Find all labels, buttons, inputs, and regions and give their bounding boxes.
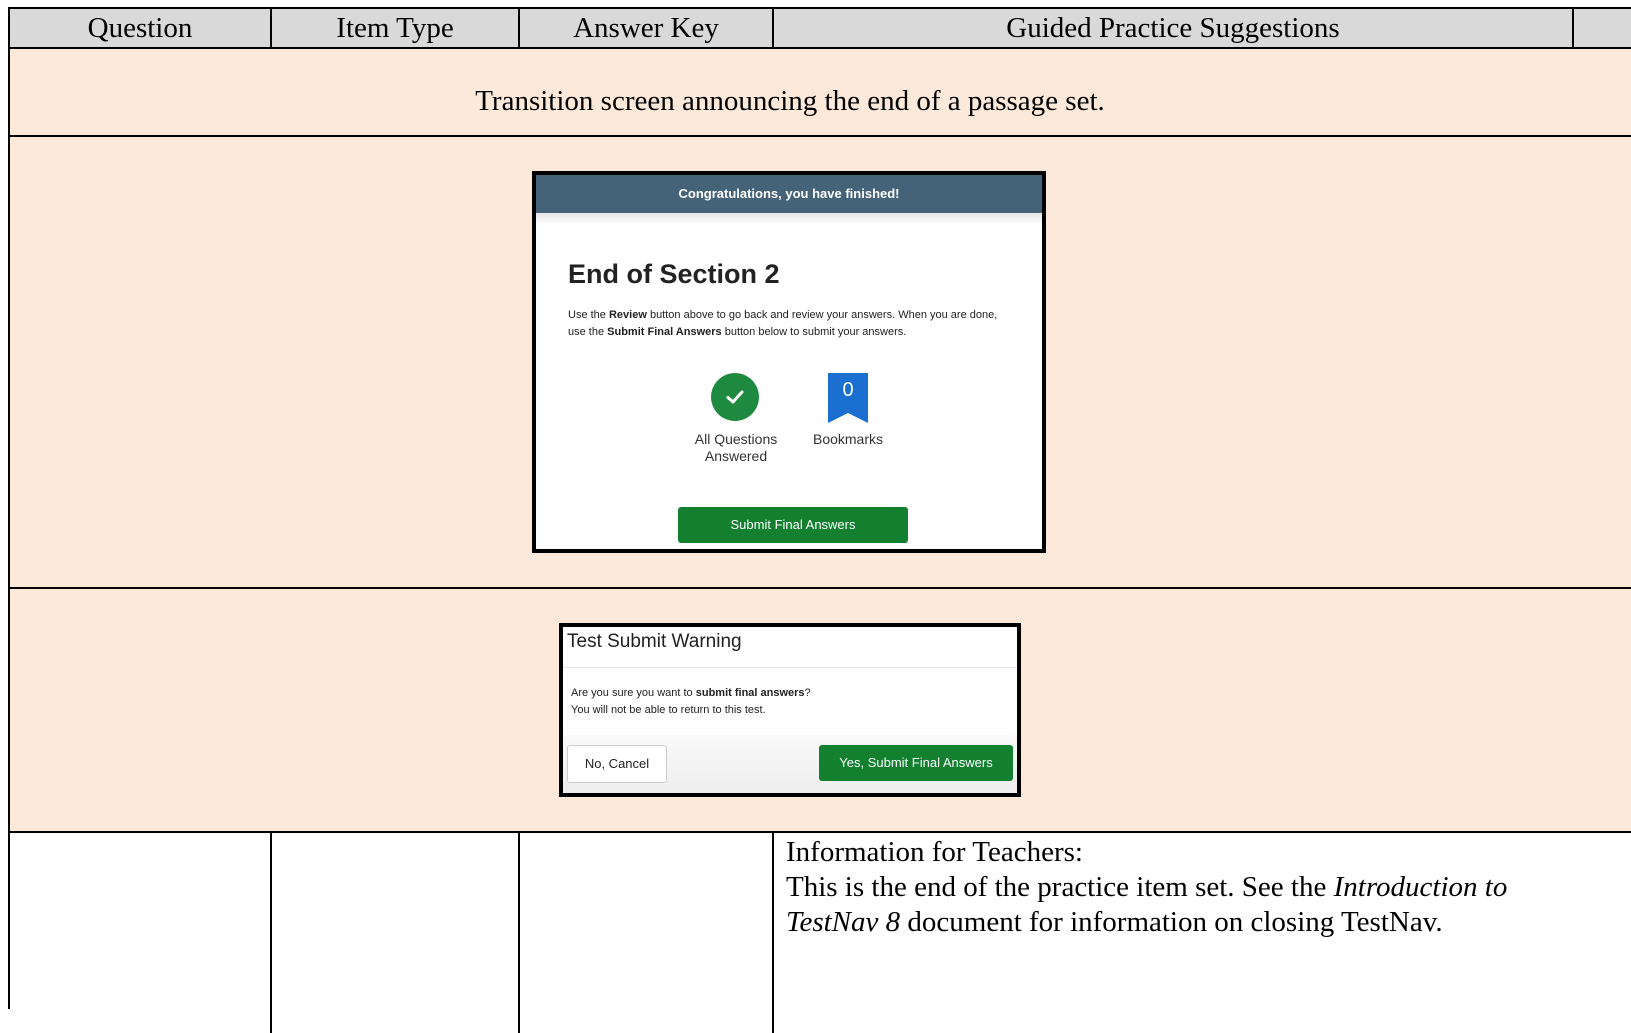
- review-keyword: Review: [608, 309, 647, 321]
- header-item-type: Item Type: [272, 9, 520, 47]
- section-instructions: Use the Review button above to go back a…: [568, 309, 998, 338]
- submit-warning-screenshot: Test Submit Warning Are you sure you wan…: [559, 623, 1021, 797]
- transition-row: Transition screen announcing the end of …: [10, 49, 1631, 137]
- info-row: Information for Teachers: This is the en…: [10, 833, 1631, 1033]
- teacher-info: Information for Teachers: This is the en…: [786, 835, 1586, 940]
- info-heading: Information for Teachers:: [786, 836, 1083, 868]
- submit-final-answers-button[interactable]: Submit Final Answers: [678, 507, 908, 543]
- header-guided-practice: Guided Practice Suggestions: [774, 9, 1574, 47]
- finished-banner: Congratulations, you have finished!: [536, 175, 1042, 213]
- transition-text: Transition screen announcing the end of …: [475, 85, 1105, 117]
- dialog-title: Test Submit Warning: [567, 631, 742, 652]
- bookmark-count: 0: [842, 379, 854, 401]
- dialog-footer: No, Cancel Yes, Submit Final Answers: [563, 735, 1017, 793]
- header-answer-key: Answer Key: [520, 9, 774, 47]
- confirm-submit-button[interactable]: Yes, Submit Final Answers: [819, 745, 1013, 781]
- header-question: Question: [10, 9, 272, 47]
- bookmarks-label: Bookmarks: [812, 431, 884, 447]
- bookmark-icon[interactable]: 0: [828, 373, 868, 423]
- checkmark-icon: [711, 373, 759, 421]
- cancel-button[interactable]: No, Cancel: [567, 745, 667, 783]
- all-questions-answered-label: All Questions Answered: [694, 431, 778, 464]
- section-title: End of Section 2: [568, 259, 780, 289]
- table-header: Question Item Type Answer Key Guided Pra…: [10, 9, 1631, 49]
- dialog-message: Are you sure you want to submit final an…: [571, 687, 811, 716]
- info-text: This is the end of the practice item set…: [786, 871, 1508, 938]
- practice-table: Question Item Type Answer Key Guided Pra…: [8, 7, 1631, 1033]
- end-of-section-screenshot: Congratulations, you have finished! End …: [532, 171, 1046, 553]
- warning-row: Test Submit Warning Are you sure you wan…: [10, 589, 1631, 833]
- submit-keyword: Submit Final Answers: [607, 326, 722, 338]
- end-screen-row: Congratulations, you have finished! End …: [10, 137, 1631, 589]
